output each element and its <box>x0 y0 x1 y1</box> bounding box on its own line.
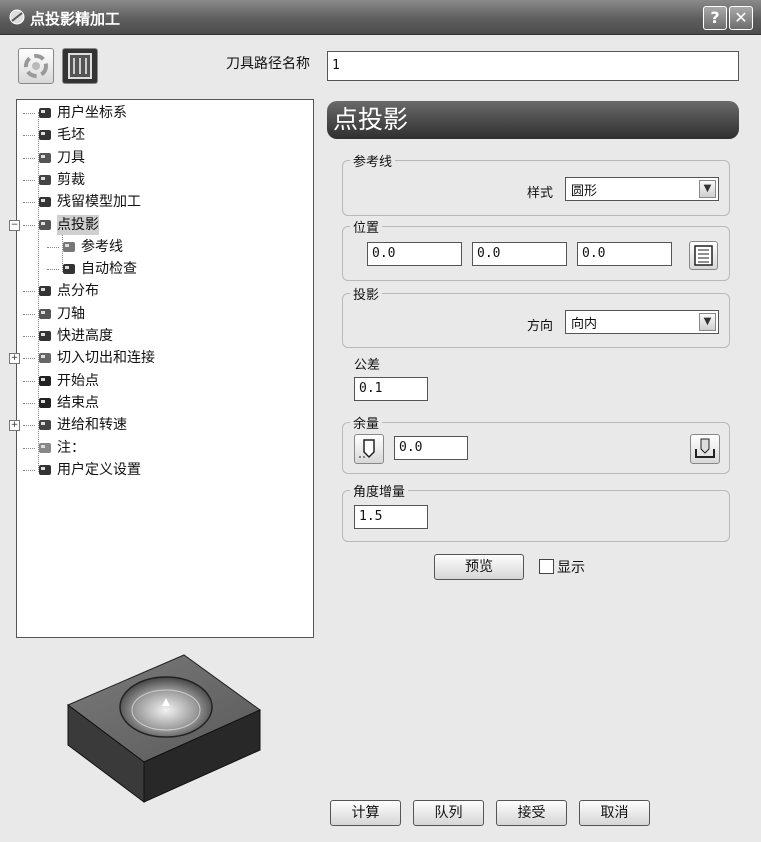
title-bar: 点投影精加工 ? ✕ <box>0 0 761 35</box>
tree-item-label: 用户定义设置 <box>57 461 141 478</box>
tree-item-label: 点分布 <box>57 283 99 300</box>
queue-button[interactable]: 队列 <box>413 800 484 826</box>
strategy-tree: 用户坐标系毛坯刀具剪裁残留模型加工点投影 − 参考线自动检查点分布刀轴快进高度切入切… <box>9 99 314 638</box>
position-x-input[interactable]: 0.0 <box>367 242 462 266</box>
position-group-title: 位置 <box>350 217 383 236</box>
tree-item-label: 残留模型加工 <box>57 194 141 211</box>
direction-label: 方向 <box>527 319 554 334</box>
tree-item-label: 毛坯 <box>57 127 85 144</box>
feeds-speeds-icon <box>39 420 51 431</box>
angular-increment-input[interactable]: 1.5 <box>354 505 428 529</box>
position-editor-icon[interactable] <box>689 241 718 270</box>
toolpath-name-label: 刀具路径名称 <box>226 56 310 72</box>
direction-select[interactable]: 向内 ▼ <box>565 310 719 334</box>
tree-item-label: 快进高度 <box>57 328 113 344</box>
help-button[interactable]: ? <box>703 6 727 30</box>
tree-item-label: 用户坐标系 <box>57 105 127 121</box>
thickness-mode-icon[interactable] <box>354 434 384 464</box>
rest-model-icon <box>39 197 51 208</box>
style-select-value: 圆形 <box>571 184 598 199</box>
tree-item-label: 切入切出和连接 <box>57 350 155 367</box>
point-distribution-icon <box>39 286 51 297</box>
expand-icon[interactable]: + <box>9 420 20 432</box>
position-y-input[interactable]: 0.0 <box>472 242 567 266</box>
tree-item-label: 刀轴 <box>57 305 85 322</box>
tolerance-input[interactable]: 0.1 <box>354 377 428 401</box>
trim-icon <box>39 174 51 185</box>
leads-links-icon <box>39 353 51 364</box>
tolerance-label: 公差 <box>354 358 381 373</box>
rapid-height-icon <box>39 331 51 341</box>
position-z-input[interactable]: 0.0 <box>577 242 672 266</box>
cancel-button[interactable]: 取消 <box>579 800 650 826</box>
reference-line-group-title: 参考线 <box>350 151 396 170</box>
refresh-icon[interactable] <box>18 48 54 84</box>
tree-item-label: 结束点 <box>57 394 99 411</box>
calculate-button[interactable]: 计算 <box>330 800 401 826</box>
direction-select-value: 向内 <box>571 317 598 332</box>
point-projection-icon <box>39 219 51 230</box>
app-icon <box>9 9 25 25</box>
show-label: 显示 <box>557 560 585 576</box>
panel-title: 点投影 <box>327 101 739 139</box>
end-point-icon <box>39 397 51 408</box>
toolpath-name-input[interactable]: 1 <box>327 51 739 81</box>
chevron-down-icon[interactable]: ▼ <box>699 180 716 198</box>
reference-line-icon <box>63 241 75 252</box>
part-preview-image <box>67 654 261 803</box>
tree-item-label: 点投影 <box>57 214 99 235</box>
tree-item-label: 注： <box>57 439 85 456</box>
chevron-down-icon[interactable]: ▼ <box>699 313 716 331</box>
tree-item-label: 参考线 <box>81 238 123 255</box>
notes-icon <box>39 442 51 453</box>
toolpath-settings-icon[interactable] <box>62 48 98 84</box>
accept-button[interactable]: 接受 <box>496 800 567 826</box>
thickness-group-title: 余量 <box>350 413 383 432</box>
user-settings-icon <box>39 464 51 475</box>
show-checkbox[interactable] <box>539 559 554 574</box>
expand-icon[interactable]: + <box>9 353 20 365</box>
tool-axis-icon <box>39 308 51 319</box>
close-button[interactable]: ✕ <box>729 6 753 30</box>
thickness-input[interactable]: 0.0 <box>394 436 468 460</box>
tree-item-label: 开始点 <box>57 372 99 389</box>
tree-item-label: 刀具 <box>57 149 85 166</box>
start-point-icon <box>39 375 51 386</box>
tool-icon <box>39 152 51 163</box>
tree-item-label: 进给和转速 <box>57 417 127 434</box>
preview-button[interactable]: 预览 <box>434 554 524 580</box>
auto-verify-icon <box>63 264 75 275</box>
tree-item-label: 剪裁 <box>57 171 85 188</box>
style-select[interactable]: 圆形 ▼ <box>565 177 719 201</box>
component-thickness-icon[interactable] <box>690 434 720 464</box>
angular-increment-group-title: 角度增量 <box>350 481 409 500</box>
block-icon <box>39 130 51 141</box>
tree-item-label: 自动检查 <box>81 261 137 278</box>
style-label: 样式 <box>527 186 554 201</box>
window-title: 点投影精加工 <box>30 10 121 28</box>
collapse-icon[interactable]: − <box>9 219 20 231</box>
projection-group-title: 投影 <box>350 284 383 303</box>
ucs-icon <box>39 108 51 118</box>
